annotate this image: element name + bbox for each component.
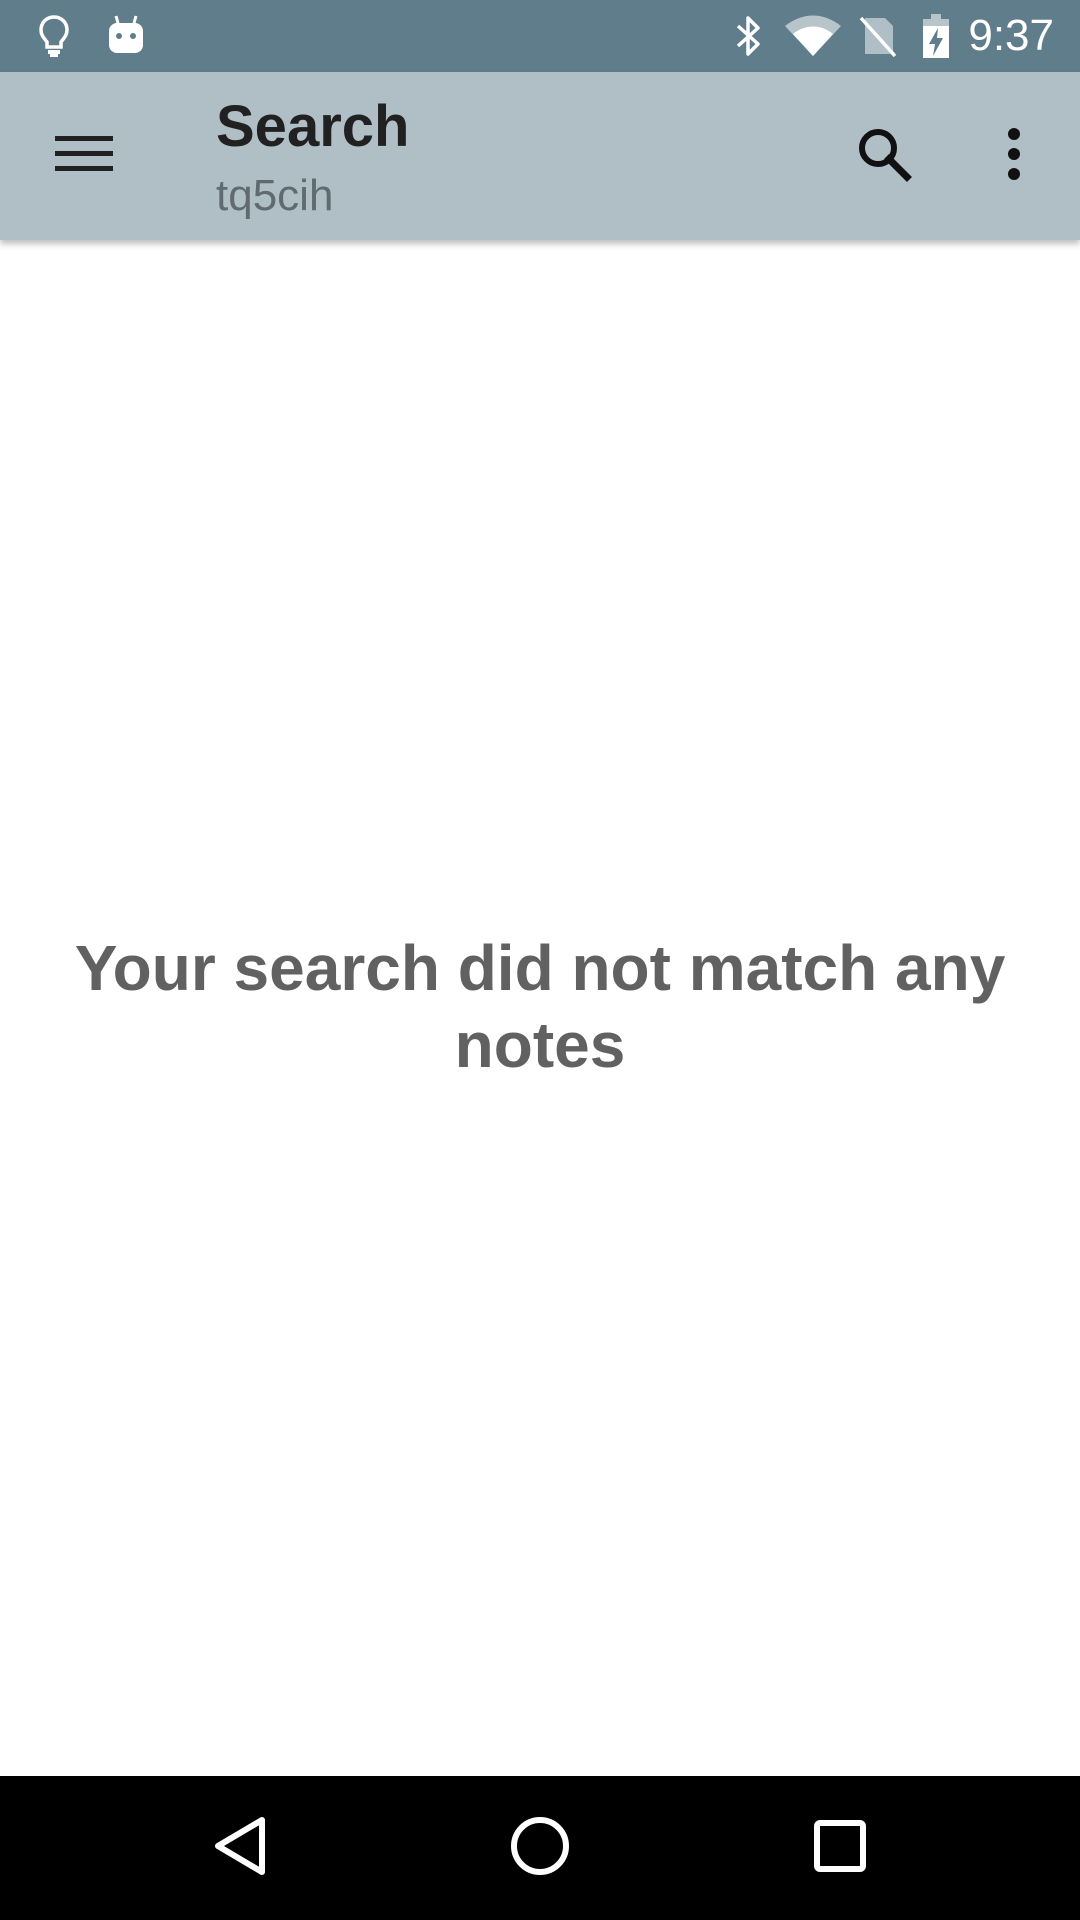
app-bar: Search tq5cih xyxy=(0,72,1080,240)
navigation-drawer-button[interactable] xyxy=(40,112,128,200)
wifi-icon xyxy=(780,0,846,72)
page-title: Search xyxy=(216,94,410,159)
recents-icon xyxy=(812,1818,868,1879)
back-icon xyxy=(210,1814,270,1883)
bluetooth-icon xyxy=(728,0,768,72)
more-options-button[interactable] xyxy=(970,112,1058,200)
back-button[interactable] xyxy=(190,1798,290,1898)
android-icon xyxy=(104,0,148,72)
screen: 9:37 Search tq5cih Your search did not m… xyxy=(0,0,1080,1920)
search-button[interactable] xyxy=(840,112,928,200)
battery-charging-icon xyxy=(918,0,954,72)
recents-button[interactable] xyxy=(790,1798,890,1898)
home-icon xyxy=(508,1814,572,1883)
system-navigation-bar xyxy=(0,1776,1080,1920)
status-bar-clock: 9:37 xyxy=(968,11,1054,60)
search-results-area: Your search did not match any notes xyxy=(0,240,1080,1776)
menu-icon xyxy=(55,134,113,179)
more-vert-icon xyxy=(1006,127,1022,185)
search-query-subtitle: tq5cih xyxy=(216,171,334,220)
no-sim-icon xyxy=(856,0,900,72)
empty-results-message: Your search did not match any notes xyxy=(74,932,1006,1081)
lightbulb-icon xyxy=(34,0,74,72)
search-icon xyxy=(856,126,912,187)
home-button[interactable] xyxy=(490,1798,590,1898)
status-bar: 9:37 xyxy=(0,0,1080,72)
